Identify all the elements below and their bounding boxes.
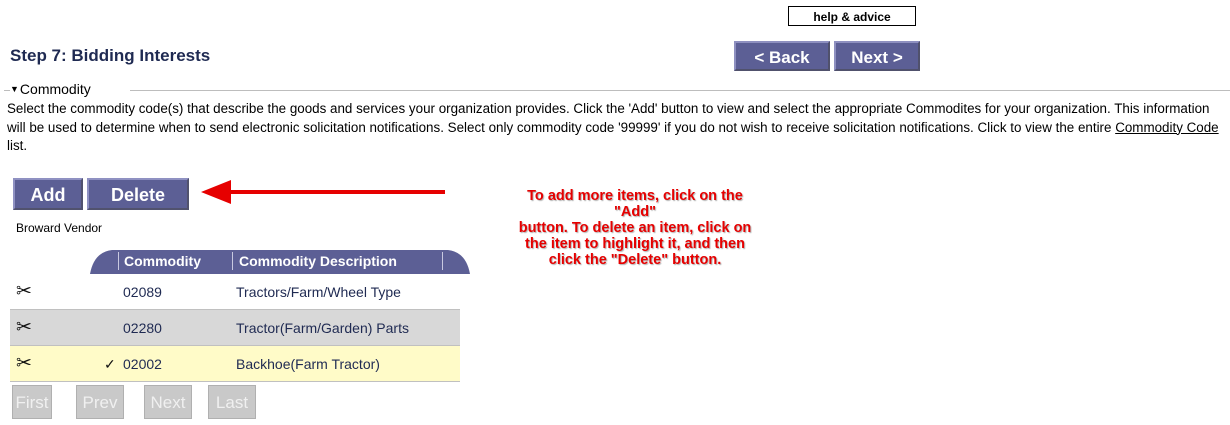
commodity-section-toggle[interactable]: ▼Commodity	[10, 81, 91, 97]
collapse-triangle-icon: ▼	[10, 84, 19, 94]
description-text-end: list.	[7, 138, 28, 154]
commodity-code: 02280	[123, 320, 162, 336]
red-arrow-icon	[201, 180, 445, 204]
column-header-commodity[interactable]: Commodity	[124, 248, 201, 274]
commodity-code-link[interactable]: Commodity Code	[1115, 120, 1218, 135]
add-button[interactable]: Add	[13, 178, 83, 210]
commodity-code: 02089	[123, 284, 162, 300]
help-advice-button[interactable]: help & advice	[788, 6, 916, 26]
checkmark-icon: ✓	[104, 356, 116, 372]
table-row[interactable]: ✂ 02280 Tractor(Farm/Garden) Parts	[10, 310, 460, 346]
pager-first-button[interactable]: First	[12, 385, 52, 419]
pager-next-button[interactable]: Next	[144, 385, 192, 419]
vendor-label: Broward Vendor	[16, 221, 103, 235]
callout-line-3: button. To delete an item, click on	[518, 220, 752, 236]
fieldset-border-line	[130, 90, 1230, 91]
back-button[interactable]: < Back	[734, 41, 830, 71]
callout-line-1: To add more items, click on the	[527, 188, 743, 204]
table-row-selected[interactable]: ✂ ✓ 02002 Backhoe(Farm Tractor)	[10, 346, 460, 382]
scissors-icon[interactable]: ✂	[16, 346, 32, 382]
commodity-desc: Tractors/Farm/Wheel Type	[236, 284, 401, 300]
table-header: Commodity Commodity Description	[90, 248, 470, 274]
commodity-description: Select the commodity code(s) that descri…	[7, 100, 1229, 156]
commodity-code: 02002	[123, 356, 162, 372]
scissors-icon[interactable]: ✂	[16, 274, 32, 310]
commodity-desc: Backhoe(Farm Tractor)	[236, 356, 380, 372]
scissors-icon[interactable]: ✂	[16, 310, 32, 346]
instruction-callout: To add more items, click on the "Add" bu…	[470, 188, 800, 268]
table-row[interactable]: ✂ 02089 Tractors/Farm/Wheel Type	[10, 274, 460, 310]
next-button[interactable]: Next >	[834, 41, 920, 71]
commodity-desc: Tractor(Farm/Garden) Parts	[236, 320, 409, 336]
callout-line-2: "Add"	[614, 204, 656, 220]
row-divider	[10, 381, 460, 382]
pager-prev-button[interactable]: Prev	[76, 385, 124, 419]
pager-last-button[interactable]: Last	[208, 385, 256, 419]
delete-button[interactable]: Delete	[87, 178, 189, 210]
callout-line-5: click the "Delete" button.	[548, 252, 722, 268]
page-title: Step 7: Bidding Interests	[10, 46, 211, 65]
description-text: Select the commodity code(s) that descri…	[7, 101, 1210, 135]
commodity-legend: Commodity	[19, 81, 91, 97]
callout-line-4: the item to highlight it, and then	[525, 236, 745, 252]
column-header-description[interactable]: Commodity Description	[239, 248, 397, 274]
